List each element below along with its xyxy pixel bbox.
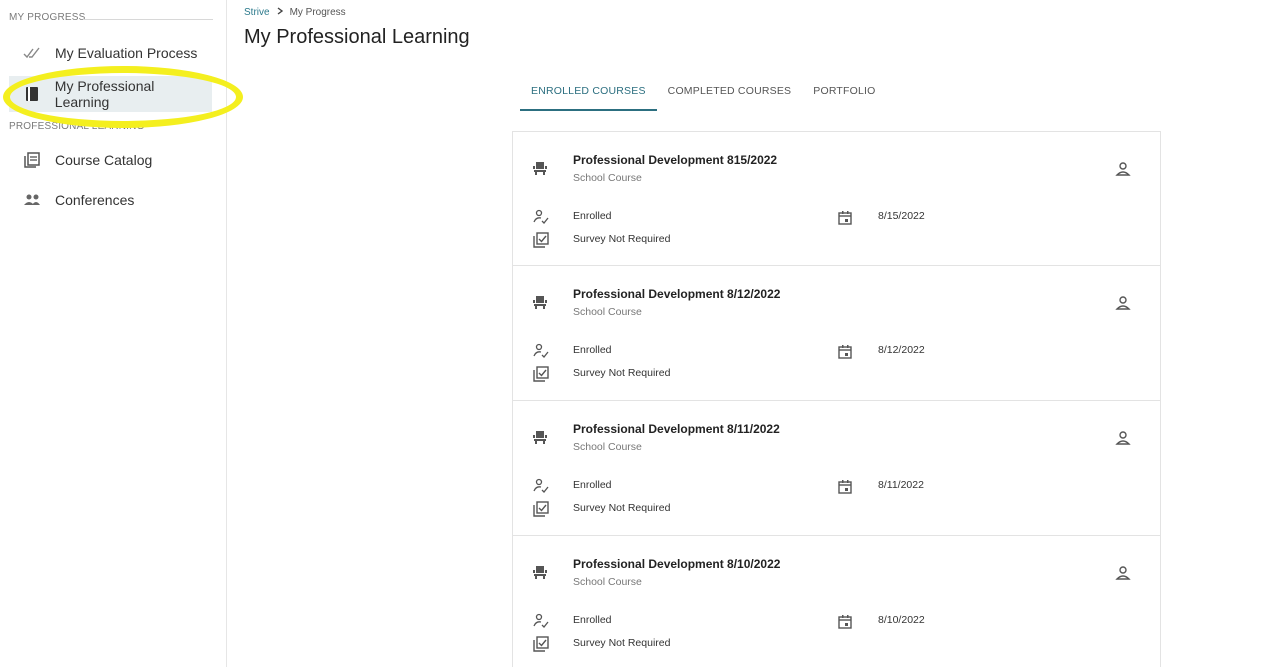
people-icon [9, 194, 55, 206]
course-date: 8/10/2022 [878, 614, 925, 626]
tab-portfolio[interactable]: PORTFOLIO [802, 76, 886, 111]
course-date: 8/12/2022 [878, 344, 925, 356]
course-date: 8/15/2022 [878, 210, 925, 222]
course-type: School Course [573, 576, 642, 588]
survey-status: Survey Not Required [573, 367, 671, 379]
seat-icon [531, 293, 549, 311]
sidebar-item-label: Conferences [55, 192, 135, 208]
calendar-icon [836, 208, 854, 226]
sidebar-item-course-catalog[interactable]: Course Catalog [9, 142, 212, 178]
sidebar-item-conferences[interactable]: Conferences [9, 182, 212, 218]
enrollment-status: Enrolled [573, 344, 612, 356]
person-check-icon [532, 342, 550, 360]
section-label-professional-learning: PROFESSIONAL LEARNING [9, 121, 145, 132]
person-icon[interactable] [1114, 160, 1132, 178]
enrollment-status: Enrolled [573, 614, 612, 626]
seat-icon [531, 428, 549, 446]
tab-bar: ENROLLED COURSES COMPLETED COURSES PORTF… [520, 76, 887, 111]
sidebar-item-my-evaluation-process[interactable]: My Evaluation Process [9, 35, 212, 71]
seat-icon [531, 563, 549, 581]
page-title: My Professional Learning [244, 26, 470, 48]
sidebar-item-label: Course Catalog [55, 152, 153, 168]
survey-status: Survey Not Required [573, 502, 671, 514]
calendar-icon [836, 477, 854, 495]
double-check-icon [9, 46, 55, 60]
sidebar-item-my-professional-learning[interactable]: My Professional Learning [9, 76, 212, 112]
course-type: School Course [573, 172, 642, 184]
course-title[interactable]: Professional Development 8/10/2022 [573, 557, 780, 571]
enrollment-status: Enrolled [573, 210, 612, 222]
calendar-icon [836, 612, 854, 630]
sidebar-item-label: My Evaluation Process [55, 45, 198, 61]
catalog-icon [9, 152, 55, 168]
survey-status: Survey Not Required [573, 637, 671, 649]
course-card[interactable]: Professional Development 8/11/2022 Schoo… [512, 401, 1161, 536]
course-date: 8/11/2022 [878, 479, 924, 491]
person-icon[interactable] [1114, 294, 1132, 312]
survey-checkbox-icon [532, 365, 550, 383]
course-type: School Course [573, 441, 642, 453]
course-card[interactable]: Professional Development 8/12/2022 Schoo… [512, 266, 1161, 401]
survey-checkbox-icon [532, 231, 550, 249]
section-divider [83, 19, 213, 20]
section-label-my-progress: MY PROGRESS [9, 12, 86, 23]
person-icon[interactable] [1114, 429, 1132, 447]
tab-enrolled-courses[interactable]: ENROLLED COURSES [520, 76, 657, 111]
person-check-icon [532, 477, 550, 495]
sidebar: MY PROGRESS My Evaluation Process My Pro… [0, 0, 243, 667]
enrollment-status: Enrolled [573, 479, 612, 491]
breadcrumb-current: My Progress [289, 7, 346, 18]
breadcrumb: Strive My Progress [244, 7, 346, 18]
tab-completed-courses[interactable]: COMPLETED COURSES [657, 76, 803, 111]
survey-checkbox-icon [532, 635, 550, 653]
survey-checkbox-icon [532, 500, 550, 518]
course-card[interactable]: Professional Development 8/10/2022 Schoo… [512, 536, 1161, 667]
course-type: School Course [573, 306, 642, 318]
survey-status: Survey Not Required [573, 233, 671, 245]
seat-icon [531, 159, 549, 177]
course-list: Professional Development 815/2022 School… [512, 131, 1161, 667]
book-icon [9, 86, 55, 102]
course-title[interactable]: Professional Development 8/12/2022 [573, 287, 780, 301]
course-title[interactable]: Professional Development 815/2022 [573, 153, 777, 167]
course-title[interactable]: Professional Development 8/11/2022 [573, 422, 780, 436]
course-card[interactable]: Professional Development 815/2022 School… [512, 131, 1161, 266]
person-check-icon [532, 208, 550, 226]
breadcrumb-link-strive[interactable]: Strive [244, 7, 270, 18]
sidebar-item-label: My Professional Learning [54, 78, 155, 110]
calendar-icon [836, 342, 854, 360]
person-check-icon [532, 612, 550, 630]
person-icon[interactable] [1114, 564, 1132, 582]
chevron-right-icon [276, 7, 284, 18]
